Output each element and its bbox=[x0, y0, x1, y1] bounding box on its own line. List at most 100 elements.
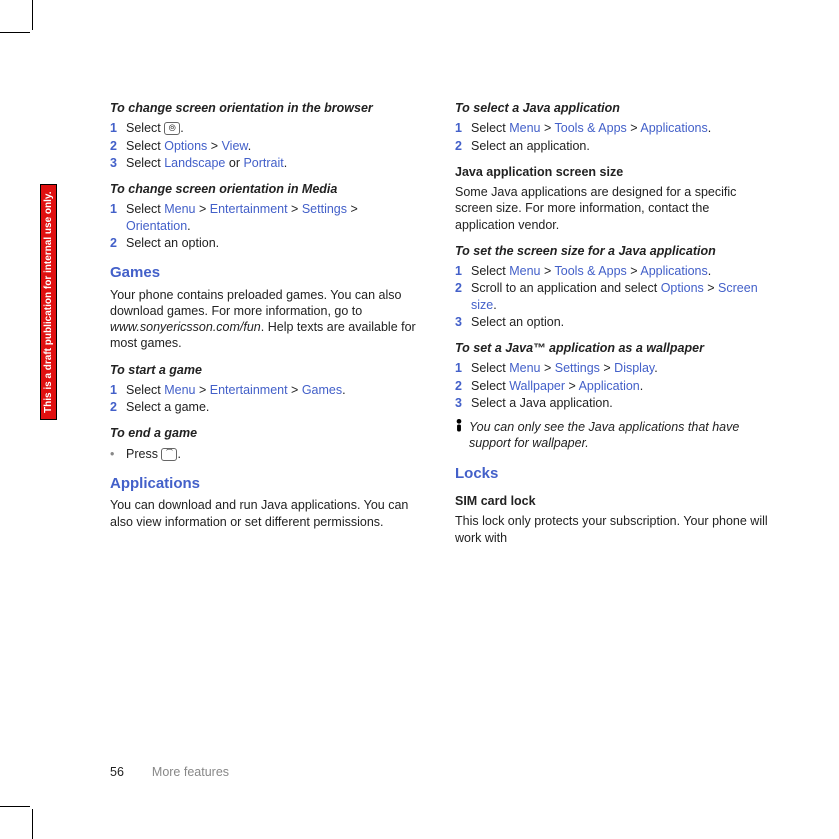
menu-path-part: Tools & Apps bbox=[555, 264, 627, 278]
step-text: Select Menu > Settings > Display. bbox=[471, 360, 770, 376]
sub-heading: Java application screen size bbox=[455, 164, 770, 180]
text: > bbox=[196, 383, 210, 397]
menu-path-part: Options bbox=[164, 139, 207, 153]
menu-path-part: Entertainment bbox=[210, 202, 288, 216]
step-text: Select Menu > Tools & Apps > Application… bbox=[471, 263, 770, 279]
task-title: To set a Java™ application as a wallpape… bbox=[455, 340, 770, 356]
text: Scroll to an application and select bbox=[471, 281, 661, 295]
step-number: 2 bbox=[110, 138, 120, 154]
tip-note: You can only see the Java applications t… bbox=[455, 419, 770, 452]
text: > bbox=[704, 281, 718, 295]
end-key-icon: ⏠ bbox=[161, 448, 177, 461]
page-number: 56 bbox=[110, 765, 124, 779]
step-line: 2 Select an application. bbox=[455, 138, 770, 154]
column-right: To select a Java application 1 Select Me… bbox=[455, 90, 770, 552]
text: > bbox=[288, 383, 302, 397]
url-text: www.sonyericsson.com/fun bbox=[110, 320, 261, 334]
menu-path-part: Options bbox=[661, 281, 704, 295]
menu-path-part: Menu bbox=[509, 361, 540, 375]
task-title: To change screen orientation in the brow… bbox=[110, 100, 425, 116]
draft-watermark: This is a draft publication for internal… bbox=[40, 184, 57, 420]
text: Select bbox=[126, 202, 164, 216]
text: . bbox=[248, 139, 251, 153]
step-text: Select ⦾. bbox=[126, 120, 425, 136]
step-line: 3 Select Landscape or Portrait. bbox=[110, 155, 425, 171]
step-text: Select Menu > Entertainment > Settings >… bbox=[126, 201, 425, 234]
menu-path-part: Games bbox=[302, 383, 342, 397]
step-number: 2 bbox=[455, 378, 465, 394]
step-number: 2 bbox=[110, 235, 120, 251]
paragraph: This lock only protects your subscriptio… bbox=[455, 513, 770, 546]
paragraph: You can download and run Java applicatio… bbox=[110, 497, 425, 530]
text: Your phone contains preloaded games. You… bbox=[110, 288, 401, 318]
bullet-line: • Press ⏠. bbox=[110, 446, 425, 462]
text: . bbox=[493, 298, 496, 312]
step-text: Select Options > View. bbox=[126, 138, 425, 154]
text: Select bbox=[471, 361, 509, 375]
menu-path-part: Menu bbox=[164, 383, 195, 397]
text: . bbox=[177, 447, 180, 461]
step-number: 2 bbox=[455, 138, 465, 154]
text: or bbox=[225, 156, 243, 170]
menu-path-part: Display bbox=[614, 361, 654, 375]
paragraph: Your phone contains preloaded games. You… bbox=[110, 287, 425, 352]
menu-path-part: Portrait bbox=[243, 156, 283, 170]
step-text: Press ⏠. bbox=[126, 446, 425, 462]
step-number: 3 bbox=[110, 155, 120, 171]
browser-icon: ⦾ bbox=[164, 122, 180, 135]
text: > bbox=[541, 361, 555, 375]
text: > bbox=[207, 139, 221, 153]
step-number: 1 bbox=[110, 120, 120, 136]
text: > bbox=[347, 202, 358, 216]
text: > bbox=[541, 121, 555, 135]
section-heading-applications: Applications bbox=[110, 474, 425, 494]
section-heading-locks: Locks bbox=[455, 464, 770, 484]
step-line: 3 Select an option. bbox=[455, 314, 770, 330]
step-number: 2 bbox=[455, 280, 465, 313]
step-text: Select Menu > Entertainment > Games. bbox=[126, 382, 425, 398]
page-content: To change screen orientation in the brow… bbox=[110, 90, 770, 552]
step-text: Select Menu > Tools & Apps > Application… bbox=[471, 120, 770, 136]
step-number: 1 bbox=[455, 360, 465, 376]
footer-section-name: More features bbox=[152, 765, 229, 779]
text: Select bbox=[471, 121, 509, 135]
menu-path-part: Settings bbox=[555, 361, 600, 375]
text: . bbox=[640, 379, 643, 393]
step-line: 2 Select an option. bbox=[110, 235, 425, 251]
column-left: To change screen orientation in the brow… bbox=[110, 90, 425, 552]
step-line: 2 Select Wallpaper > Application. bbox=[455, 378, 770, 394]
section-heading-games: Games bbox=[110, 263, 425, 283]
text: . bbox=[187, 219, 190, 233]
task-title: To change screen orientation in Media bbox=[110, 181, 425, 197]
crop-mark bbox=[0, 32, 30, 33]
step-number: 2 bbox=[110, 399, 120, 415]
text: . bbox=[708, 121, 711, 135]
text: . bbox=[284, 156, 287, 170]
text: Select bbox=[126, 156, 164, 170]
text: . bbox=[654, 361, 657, 375]
menu-path-part: Settings bbox=[302, 202, 347, 216]
text: Select bbox=[471, 264, 509, 278]
menu-path-part: Applications bbox=[640, 121, 707, 135]
page-footer: 56 More features bbox=[110, 765, 229, 779]
menu-path-part: Applications bbox=[640, 264, 707, 278]
task-title: To set the screen size for a Java applic… bbox=[455, 243, 770, 259]
step-line: 3 Select a Java application. bbox=[455, 395, 770, 411]
text: . bbox=[180, 121, 183, 135]
text: . bbox=[708, 264, 711, 278]
menu-path-part: Orientation bbox=[126, 219, 187, 233]
menu-path-part: Application bbox=[579, 379, 640, 393]
step-line: 1 Select ⦾. bbox=[110, 120, 425, 136]
text: > bbox=[627, 121, 641, 135]
menu-path-part: Menu bbox=[509, 264, 540, 278]
step-number: 3 bbox=[455, 395, 465, 411]
task-title: To end a game bbox=[110, 425, 425, 441]
menu-path-part: Menu bbox=[164, 202, 195, 216]
text: > bbox=[600, 361, 614, 375]
step-line: 1 Select Menu > Tools & Apps > Applicati… bbox=[455, 120, 770, 136]
sub-heading: SIM card lock bbox=[455, 493, 770, 509]
text: Press bbox=[126, 447, 161, 461]
text: > bbox=[627, 264, 641, 278]
step-text: Select an option. bbox=[471, 314, 770, 330]
text: > bbox=[565, 379, 579, 393]
